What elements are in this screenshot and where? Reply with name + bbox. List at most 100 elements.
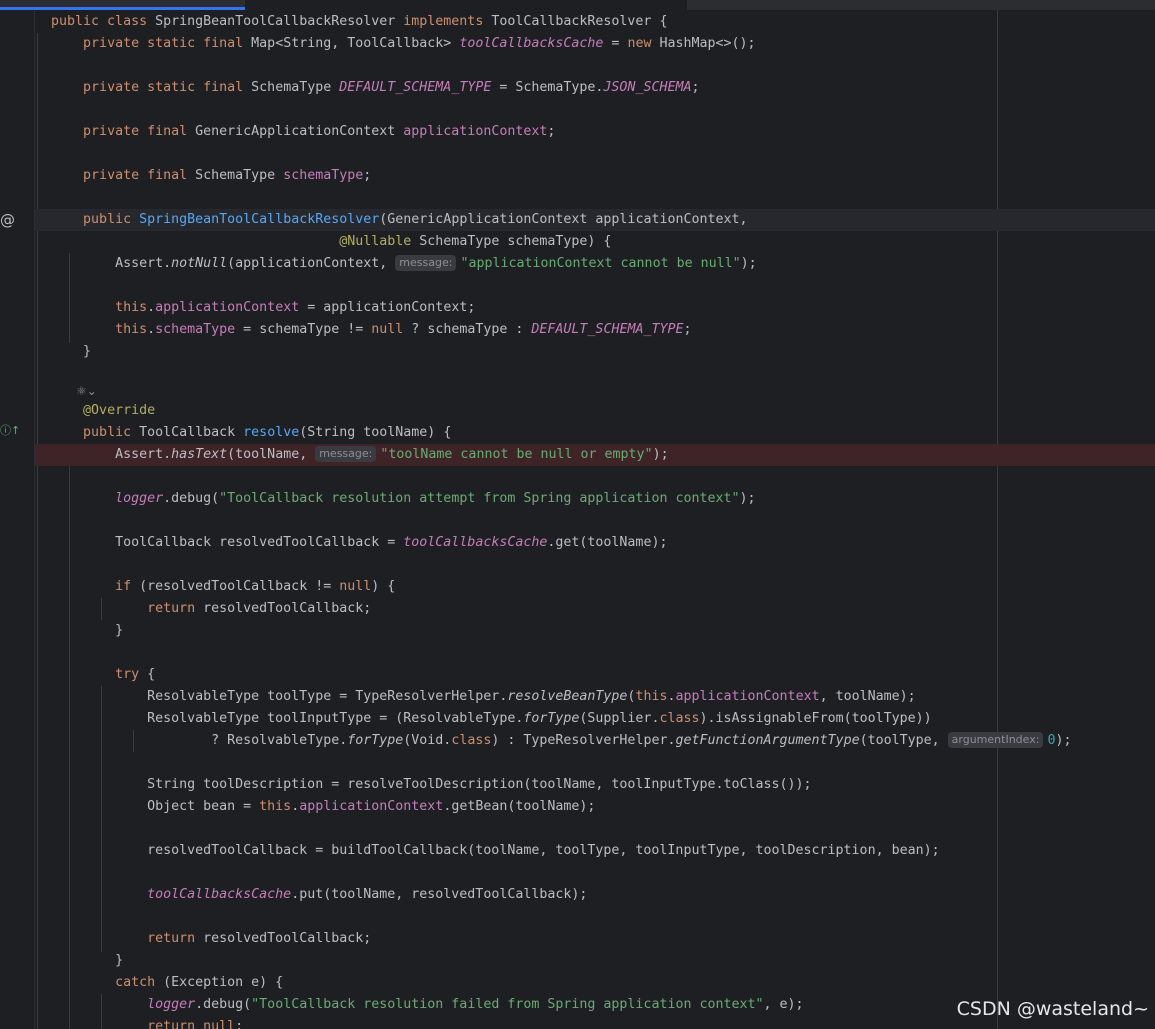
static-field: DEFAULT_SCHEMA_TYPE	[339, 80, 492, 95]
code-text: = schemaType !=	[235, 322, 372, 337]
static-method: notNull	[171, 256, 228, 271]
code-line[interactable]: resolvedToolCallback = buildToolCallback…	[35, 840, 1155, 862]
code-text: .getBean(toolName);	[443, 799, 596, 814]
right-margin-guide	[997, 10, 998, 1029]
code-editor[interactable]: @ ⓘ↑ ⚛⌄ public class SpringBeanToolCallb…	[0, 0, 1155, 1029]
code-text: ? ResolvableType.	[211, 733, 348, 748]
gutter-separator	[34, 10, 35, 1029]
code-text: }	[115, 623, 124, 638]
code-text: ToolCallback	[139, 425, 244, 440]
string-literal: "ToolCallback resolution failed from Spr…	[251, 997, 764, 1012]
code-text: (GenericApplicationContext applicationCo…	[379, 212, 748, 227]
code-line[interactable]: Assert.notNull(applicationContext, messa…	[35, 253, 1155, 275]
code-text: resolvedToolCallback;	[195, 931, 372, 946]
code-line[interactable]: logger.debug("ToolCallback resolution at…	[35, 488, 1155, 510]
code-line[interactable]: this.applicationContext = applicationCon…	[35, 297, 1155, 319]
code-text: ;	[363, 168, 372, 183]
code-line[interactable]: try {	[35, 664, 1155, 686]
static-method: forType	[523, 711, 580, 726]
code-text: HashMap<>();	[659, 36, 756, 51]
keyword: null	[339, 579, 372, 594]
keyword: private final	[83, 124, 196, 139]
code-line[interactable]: catch (Exception e) {	[35, 972, 1155, 994]
static-field: logger	[147, 997, 196, 1012]
code-line[interactable]: }	[35, 341, 1155, 363]
code-line[interactable]: }	[35, 620, 1155, 642]
code-line-highlighted[interactable]: Assert.hasText(toolName, message: "toolNa…	[35, 444, 1155, 466]
class-name: SpringBeanToolCallbackResolver	[155, 14, 404, 29]
code-line[interactable]: private static final SchemaType DEFAULT_…	[35, 77, 1155, 99]
keyword: implements	[403, 14, 492, 29]
string-literal: "ToolCallback resolution attempt from Sp…	[219, 491, 740, 506]
code-line[interactable]: return resolvedToolCallback;	[35, 598, 1155, 620]
keyword: this	[115, 300, 148, 315]
editor-tab[interactable]	[687, 0, 1155, 10]
field: applicationContext	[403, 124, 548, 139]
override-icon[interactable]: ⓘ↑	[0, 424, 20, 438]
code-text: Assert.	[115, 256, 172, 271]
code-line[interactable]: private final GenericApplicationContext …	[35, 121, 1155, 143]
code-line[interactable]: ResolvableType toolInputType = (Resolvab…	[35, 708, 1155, 730]
constructor-name: SpringBeanToolCallbackResolver	[139, 212, 380, 227]
editor-tab-strip[interactable]	[0, 0, 1155, 10]
code-line[interactable]: Object bean = this.applicationContext.ge…	[35, 796, 1155, 818]
code-text: (resolvedToolCallback !=	[131, 579, 340, 594]
code-line[interactable]: private final SchemaType schemaType;	[35, 165, 1155, 187]
field: applicationContext	[675, 689, 820, 704]
code-text: resolvedToolCallback;	[195, 601, 372, 616]
code-line[interactable]: toolCallbacksCache.put(toolName, resolve…	[35, 884, 1155, 906]
static-method: forType	[347, 733, 404, 748]
code-text: ;	[691, 80, 700, 95]
code-text: = applicationContext;	[299, 300, 476, 315]
editor-tab[interactable]	[245, 0, 687, 10]
active-tab-indicator	[0, 7, 245, 10]
code-line[interactable]: this.schemaType = schemaType != null ? s…	[35, 319, 1155, 341]
code-line[interactable]: public class SpringBeanToolCallbackResol…	[35, 11, 1155, 33]
string-literal: "applicationContext cannot be null"	[460, 256, 741, 271]
code-text: ResolvableType toolType = TypeResolverHe…	[147, 689, 508, 704]
code-text: {	[139, 667, 156, 682]
code-line[interactable]: ToolCallback resolvedToolCallback = tool…	[35, 532, 1155, 554]
field: applicationContext	[299, 799, 444, 814]
keyword: this	[259, 799, 292, 814]
code-text: );	[740, 256, 757, 271]
keyword: class	[451, 733, 492, 748]
code-line[interactable]: return resolvedToolCallback;	[35, 928, 1155, 950]
keyword: class	[659, 711, 700, 726]
static-field: DEFAULT_SCHEMA_TYPE	[531, 322, 684, 337]
code-line[interactable]: ResolvableType toolType = TypeResolverHe…	[35, 686, 1155, 708]
code-line[interactable]: @Nullable SchemaType schemaType) {	[35, 231, 1155, 253]
code-line[interactable]: public ToolCallback resolve(String toolN…	[35, 422, 1155, 444]
code-text: );	[739, 491, 756, 506]
code-text: ToolCallback resolvedToolCallback =	[115, 535, 404, 550]
code-text: ).isAssignableFrom(toolType))	[699, 711, 932, 726]
static-field: JSON_SCHEMA	[603, 80, 692, 95]
code-line-current[interactable]: public SpringBeanToolCallbackResolver(Ge…	[35, 209, 1155, 231]
field: schemaType	[283, 168, 364, 183]
code-line[interactable]: }	[35, 950, 1155, 972]
code-vision-icon[interactable]: ⚛⌄	[76, 384, 97, 398]
code-text: (applicationContext,	[227, 256, 396, 271]
static-field: toolCallbacksCache	[403, 535, 548, 550]
code-text: Assert.	[115, 447, 172, 462]
code-line[interactable]: ? ResolvableType.forType(Void.class) : T…	[35, 730, 1155, 752]
code-line[interactable]: @Override	[35, 400, 1155, 422]
code-line[interactable]: if (resolvedToolCallback != null) {	[35, 576, 1155, 598]
code-text: .put(toolName, resolvedToolCallback);	[291, 887, 588, 902]
implements-method-icon[interactable]: @	[0, 211, 15, 229]
code-text: ToolCallbackResolver {	[491, 14, 668, 29]
code-text: );	[1055, 733, 1072, 748]
code-text: }	[115, 953, 124, 968]
watermark: CSDN @wasteland~	[956, 998, 1149, 1020]
static-field: toolCallbacksCache	[147, 887, 292, 902]
keyword: return	[147, 1019, 196, 1029]
code-line[interactable]: private static final Map<String, ToolCal…	[35, 33, 1155, 55]
code-line[interactable]: String toolDescription = resolveToolDesc…	[35, 774, 1155, 796]
code-text: =	[603, 36, 628, 51]
keyword: if	[115, 579, 132, 594]
keyword: private static final	[83, 36, 252, 51]
code-text: .debug(	[195, 997, 252, 1012]
code-text: ? schemaType :	[403, 322, 532, 337]
keyword: null	[371, 322, 404, 337]
